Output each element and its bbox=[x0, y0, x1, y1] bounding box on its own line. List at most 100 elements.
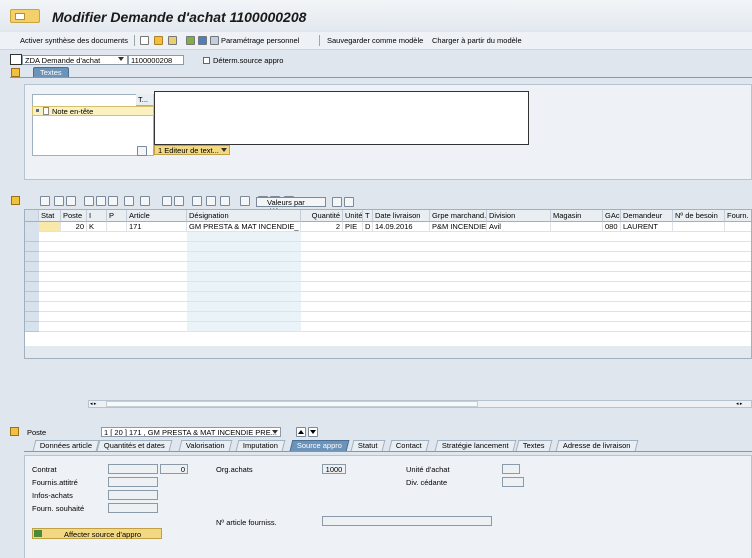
infos-achats-field[interactable] bbox=[108, 490, 158, 500]
table-cell[interactable] bbox=[551, 222, 603, 232]
column-header[interactable]: P bbox=[107, 210, 127, 222]
save-model-button[interactable]: Sauvegarder comme modèle bbox=[327, 36, 423, 45]
table-cell[interactable]: K bbox=[87, 222, 107, 232]
fournis-attitre-field[interactable] bbox=[108, 477, 158, 487]
expand-icon[interactable] bbox=[11, 68, 20, 77]
column-header[interactable]: Fourn. so bbox=[725, 210, 751, 222]
copy-icon[interactable] bbox=[54, 196, 64, 206]
div-cedante-field[interactable] bbox=[502, 477, 524, 487]
tab-valorisation[interactable]: Valorisation bbox=[178, 440, 233, 451]
org-achats-field[interactable]: 1000 bbox=[322, 464, 346, 474]
activer-synthese-button[interactable]: Activer synthèse des documents bbox=[20, 36, 128, 45]
info-icon[interactable] bbox=[198, 36, 207, 45]
column-header[interactable]: Désignation bbox=[187, 210, 301, 222]
note-entete-label[interactable]: Note en-tête bbox=[52, 107, 93, 116]
column-header[interactable]: Poste bbox=[61, 210, 87, 222]
table-cell[interactable]: PIE bbox=[343, 222, 363, 232]
layout-icon[interactable] bbox=[206, 196, 216, 206]
tab-contact[interactable]: Contact bbox=[388, 440, 430, 451]
subtotal-icon[interactable] bbox=[162, 196, 172, 206]
table-cell[interactable]: 171 bbox=[127, 222, 187, 232]
table-cell[interactable]: 20 bbox=[61, 222, 87, 232]
row-selector[interactable] bbox=[25, 222, 39, 232]
column-header[interactable]: Date livraison bbox=[373, 210, 430, 222]
column-header[interactable]: GAc bbox=[603, 210, 621, 222]
export-icon[interactable] bbox=[192, 196, 202, 206]
determ-checkbox[interactable] bbox=[203, 57, 210, 64]
table-cell[interactable] bbox=[725, 222, 751, 232]
tab-donnees-article[interactable]: Données article bbox=[32, 440, 100, 451]
sum-icon[interactable] bbox=[140, 196, 150, 206]
table-cell[interactable]: 2 bbox=[301, 222, 343, 232]
document-number-field[interactable]: 1100000208 bbox=[128, 55, 184, 65]
column-header[interactable]: T bbox=[363, 210, 373, 222]
scroll-thumb[interactable] bbox=[106, 401, 478, 407]
table-cell[interactable]: Avil bbox=[487, 222, 551, 232]
info-icon[interactable] bbox=[240, 196, 250, 206]
glasses-icon[interactable] bbox=[154, 36, 163, 45]
text-editor[interactable] bbox=[154, 91, 529, 145]
table-cell[interactable]: D bbox=[363, 222, 373, 232]
valeurs-defaut-button[interactable]: Valeurs par défaut bbox=[256, 197, 326, 216]
columns-icon[interactable] bbox=[332, 197, 342, 207]
unite-achat-field[interactable] bbox=[502, 464, 520, 474]
article-fourn-field[interactable] bbox=[322, 516, 492, 526]
table-cell[interactable] bbox=[107, 222, 127, 232]
column-header[interactable]: Nº de besoin bbox=[673, 210, 725, 222]
chevron-down-icon[interactable] bbox=[118, 57, 124, 61]
delete-icon[interactable] bbox=[66, 196, 76, 206]
expand-tree-icon[interactable] bbox=[137, 146, 147, 156]
poste-select[interactable]: 1 [ 20 ] 171 , GM PRESTA & MAT INCENDIE … bbox=[101, 427, 281, 437]
table-cell[interactable]: 14.09.2016 bbox=[373, 222, 430, 232]
filter-icon[interactable] bbox=[124, 196, 134, 206]
column-header[interactable]: Stat bbox=[39, 210, 61, 222]
print-icon[interactable] bbox=[174, 196, 184, 206]
column-header[interactable]: Quantité bbox=[301, 210, 343, 222]
table-cell[interactable]: LAURENT bbox=[621, 222, 673, 232]
tab-quantites-dates[interactable]: Quantités et dates bbox=[96, 440, 173, 451]
table-cell[interactable] bbox=[673, 222, 725, 232]
collapse-icon[interactable] bbox=[344, 197, 354, 207]
column-header[interactable]: Magasin bbox=[551, 210, 603, 222]
fourn-souhaite-field[interactable] bbox=[108, 503, 158, 513]
column-header[interactable]: Demandeur bbox=[621, 210, 673, 222]
document-type-select[interactable]: ZDA Demande d'achat bbox=[22, 55, 128, 65]
load-model-button[interactable]: Charger à partir du modèle bbox=[432, 36, 522, 45]
contrat-field[interactable] bbox=[108, 464, 158, 474]
column-header[interactable]: Division bbox=[487, 210, 551, 222]
table-cell[interactable]: 080 bbox=[603, 222, 621, 232]
column-header[interactable]: Grpe marchand. bbox=[430, 210, 487, 222]
settings-icon[interactable] bbox=[210, 36, 219, 45]
personal-icon[interactable] bbox=[186, 36, 195, 45]
parametrage-button[interactable]: Paramétrage personnel bbox=[221, 36, 299, 45]
chevron-down-icon[interactable] bbox=[221, 148, 227, 152]
tab-textes[interactable]: Textes bbox=[515, 440, 553, 451]
tab-statut[interactable]: Statut bbox=[350, 440, 385, 451]
table-cell[interactable]: P&M INCENDIE bbox=[430, 222, 487, 232]
column-header[interactable]: Article bbox=[127, 210, 187, 222]
graphic-icon[interactable] bbox=[220, 196, 230, 206]
column-header[interactable]: Unité bbox=[343, 210, 363, 222]
sort-desc-icon[interactable] bbox=[96, 196, 106, 206]
sort-asc-icon[interactable] bbox=[84, 196, 94, 206]
tab-adresse-livraison[interactable]: Adresse de livraison bbox=[555, 440, 638, 451]
edit-icon[interactable] bbox=[168, 36, 177, 45]
table-cell[interactable]: GM PRESTA & MAT INCENDIE_ bbox=[187, 222, 301, 232]
contrat-position-field[interactable]: 0 bbox=[160, 464, 188, 474]
scroll-right-icon[interactable]: ◂ ▸ bbox=[736, 401, 750, 407]
tab-source-appro[interactable]: Source appro bbox=[289, 440, 350, 451]
tab-textes-header[interactable]: Textes bbox=[33, 67, 69, 77]
find-icon[interactable] bbox=[108, 196, 118, 206]
collapse-detail-icon[interactable] bbox=[10, 427, 19, 436]
select-all-icon[interactable] bbox=[25, 210, 39, 222]
scroll-left-icon[interactable]: ◂ ▸ bbox=[90, 401, 104, 407]
column-header[interactable]: I bbox=[87, 210, 107, 222]
collapse-items-icon[interactable] bbox=[11, 196, 20, 205]
chevron-down-icon[interactable] bbox=[272, 430, 278, 434]
grid-empty-area bbox=[25, 346, 751, 358]
menu-icon[interactable] bbox=[10, 9, 40, 23]
details-icon[interactable] bbox=[40, 196, 50, 206]
tab-strategie-lancement[interactable]: Stratégie lancement bbox=[434, 440, 517, 451]
new-document-icon[interactable] bbox=[140, 36, 149, 45]
tab-imputation[interactable]: Imputation bbox=[235, 440, 286, 451]
